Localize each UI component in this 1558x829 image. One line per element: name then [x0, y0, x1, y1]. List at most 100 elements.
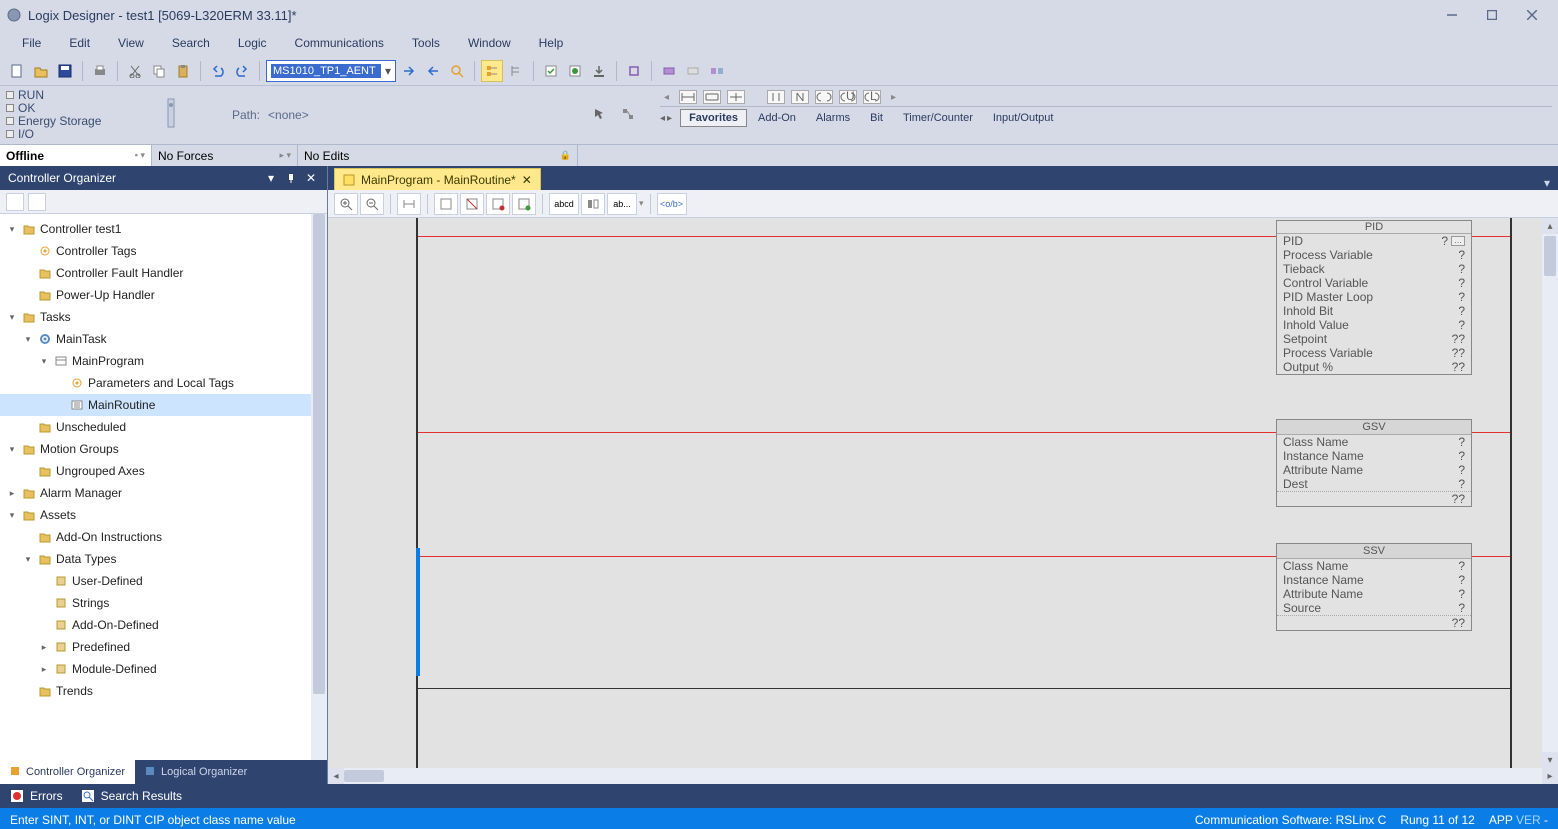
- close-tab-icon[interactable]: ✕: [522, 173, 532, 187]
- undo-button[interactable]: [207, 60, 229, 82]
- scroll-left-icon[interactable]: ◂: [328, 768, 344, 784]
- branch-icon[interactable]: [703, 90, 721, 104]
- block-row[interactable]: Tieback?: [1277, 262, 1471, 276]
- element-tab-inputoutput[interactable]: Input/Output: [984, 109, 1063, 127]
- tree-node[interactable]: Add-On-Defined: [0, 614, 327, 636]
- tree-node[interactable]: ▾Controller test1: [0, 218, 327, 240]
- download-button[interactable]: [588, 60, 610, 82]
- scroll-left-icon[interactable]: ◂: [660, 92, 673, 103]
- xic-icon[interactable]: [767, 90, 785, 104]
- block-row[interactable]: Process Variable??: [1277, 346, 1471, 360]
- copy-button[interactable]: [148, 60, 170, 82]
- verify-controller-button[interactable]: [564, 60, 586, 82]
- scroll-right-icon[interactable]: ▸: [887, 92, 900, 103]
- minimize-button[interactable]: [1432, 1, 1472, 29]
- expand-icon[interactable]: ▾: [6, 444, 18, 455]
- tree-node[interactable]: Controller Fault Handler: [0, 262, 327, 284]
- expand-icon[interactable]: ▾: [22, 554, 34, 565]
- tree-node[interactable]: ▾Motion Groups: [0, 438, 327, 460]
- xio-icon[interactable]: [791, 90, 809, 104]
- otu-icon[interactable]: U: [839, 90, 857, 104]
- abcd-button[interactable]: abcd: [549, 193, 579, 215]
- rung-icon[interactable]: [679, 90, 697, 104]
- tree-node[interactable]: Trends: [0, 680, 327, 702]
- otl-icon[interactable]: L: [863, 90, 881, 104]
- tree-button[interactable]: [505, 60, 527, 82]
- toggle-button[interactable]: [581, 193, 605, 215]
- tree-node[interactable]: MainRoutine: [0, 394, 327, 416]
- tree-node[interactable]: Unscheduled: [0, 416, 327, 438]
- block-row[interactable]: Inhold Value?: [1277, 318, 1471, 332]
- element-tab-favorites[interactable]: Favorites: [680, 109, 747, 127]
- scroll-thumb[interactable]: [1544, 236, 1556, 276]
- browse-logic-button[interactable]: [481, 60, 503, 82]
- zoom-in-button[interactable]: [334, 193, 358, 215]
- pointer-icon[interactable]: [593, 107, 609, 123]
- ob-button[interactable]: <o/b>: [657, 193, 687, 215]
- block-row[interactable]: PID Master Loop?: [1277, 290, 1471, 304]
- network-icon[interactable]: [621, 107, 637, 123]
- print-button[interactable]: [89, 60, 111, 82]
- new-button[interactable]: [6, 60, 28, 82]
- rung[interactable]: 9PIDPID?…Process Variable?Tieback?Contro…: [416, 228, 1512, 408]
- paste-button[interactable]: [172, 60, 194, 82]
- zoom-out-button[interactable]: [360, 193, 384, 215]
- vertical-scrollbar[interactable]: ▴ ▾: [1542, 218, 1558, 768]
- open-button[interactable]: [30, 60, 52, 82]
- expand-icon[interactable]: ▸: [38, 642, 50, 653]
- expand-icon[interactable]: ▾: [38, 356, 50, 367]
- tree-node[interactable]: ▾MainTask: [0, 328, 327, 350]
- errors-panel-button[interactable]: Errors: [10, 789, 63, 803]
- show-all-icon[interactable]: [28, 193, 46, 211]
- maximize-button[interactable]: [1472, 1, 1512, 29]
- element-tab-bit[interactable]: Bit: [861, 109, 892, 127]
- offline-button[interactable]: [682, 60, 704, 82]
- tree-scrollbar[interactable]: [311, 214, 327, 760]
- instruction-block[interactable]: GSVClass Name?Instance Name?Attribute Na…: [1276, 419, 1472, 507]
- tree-node[interactable]: ▾Data Types: [0, 548, 327, 570]
- save-button[interactable]: [54, 60, 76, 82]
- block-row[interactable]: Class Name?: [1277, 559, 1471, 573]
- tree-node[interactable]: ▾Tasks: [0, 306, 327, 328]
- search-results-button[interactable]: Search Results: [81, 789, 182, 803]
- search-button[interactable]: [446, 60, 468, 82]
- hscroll-thumb[interactable]: [344, 770, 384, 782]
- prev-button[interactable]: [422, 60, 444, 82]
- menu-tools[interactable]: Tools: [398, 32, 454, 54]
- organizer-tree[interactable]: ▾Controller test1Controller TagsControll…: [0, 214, 327, 760]
- tree-node[interactable]: Controller Tags: [0, 240, 327, 262]
- offline-cell[interactable]: Offline▪ ▾: [0, 145, 152, 166]
- block-row[interactable]: Class Name?: [1277, 435, 1471, 449]
- module-button[interactable]: [623, 60, 645, 82]
- test-edits-button[interactable]: [512, 193, 536, 215]
- pin-icon[interactable]: [283, 170, 299, 186]
- forces-cell[interactable]: No Forces▸ ▾: [152, 145, 298, 166]
- block-row[interactable]: Control Variable?: [1277, 276, 1471, 290]
- instruction-block[interactable]: PIDPID?…Process Variable?Tieback?Control…: [1276, 220, 1472, 375]
- expand-icon[interactable]: ▾: [22, 334, 34, 345]
- edits-cell[interactable]: No Edits🔒: [298, 145, 578, 166]
- organize-by-icon[interactable]: [6, 193, 24, 211]
- ab-button[interactable]: ab...: [607, 193, 637, 215]
- online-button[interactable]: [658, 60, 680, 82]
- close-panel-icon[interactable]: ✕: [303, 170, 319, 186]
- horizontal-scrollbar[interactable]: ◂ ▸: [328, 768, 1558, 784]
- tree-node[interactable]: ▾MainProgram: [0, 350, 327, 372]
- tree-node[interactable]: ▸Module-Defined: [0, 658, 327, 680]
- ladder-area[interactable]: 9PIDPID?…Process Variable?Tieback?Contro…: [328, 218, 1558, 768]
- redo-button[interactable]: [231, 60, 253, 82]
- compare-button[interactable]: [706, 60, 728, 82]
- branch-level-icon[interactable]: [727, 90, 745, 104]
- scroll-down-icon[interactable]: ▾: [1542, 752, 1558, 768]
- finalize-button[interactable]: [486, 193, 510, 215]
- rung[interactable]: 10GSVClass Name?Instance Name?Attribute …: [416, 424, 1512, 534]
- expand-icon[interactable]: ▾: [6, 224, 18, 235]
- tree-node[interactable]: ▸Predefined: [0, 636, 327, 658]
- tab-right-icon[interactable]: ▸: [667, 113, 672, 124]
- block-row[interactable]: Attribute Name?: [1277, 587, 1471, 601]
- close-button[interactable]: [1512, 1, 1552, 29]
- block-row[interactable]: Setpoint??: [1277, 332, 1471, 346]
- block-row[interactable]: PID?…: [1277, 234, 1471, 248]
- block-row[interactable]: Attribute Name?: [1277, 463, 1471, 477]
- ladder-main[interactable]: 9PIDPID?…Process Variable?Tieback?Contro…: [416, 218, 1542, 768]
